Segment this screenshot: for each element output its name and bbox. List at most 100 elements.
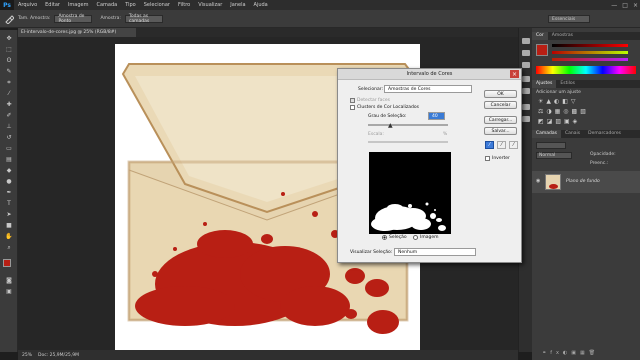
selection-radio[interactable] xyxy=(382,235,387,240)
move-tool-icon[interactable]: ✥ xyxy=(4,34,14,43)
brush-tool-icon[interactable]: ✐ xyxy=(4,111,14,120)
hand-tool-icon[interactable]: ✋ xyxy=(4,232,14,241)
fuzziness-input[interactable]: 40 xyxy=(428,112,445,120)
history-icon[interactable] xyxy=(522,38,530,44)
tab-styles[interactable]: Estilos xyxy=(556,80,579,88)
blend-mode-select[interactable]: Normal xyxy=(536,152,572,159)
tab-color[interactable]: Cor xyxy=(532,32,548,40)
marquee-tool-icon[interactable]: ⬚ xyxy=(4,45,14,54)
status-bar: 25% Doc: 25,9M/25,9M xyxy=(18,350,518,360)
preview-mask xyxy=(371,202,446,231)
eyedropper-icon[interactable] xyxy=(4,14,14,24)
tab-adjustments[interactable]: Ajustes xyxy=(532,80,557,88)
menu-filtro[interactable]: Filtro xyxy=(174,2,194,8)
fuzziness-slider[interactable] xyxy=(368,124,448,126)
clone-stamp-icon[interactable]: ⊥ xyxy=(4,122,14,131)
range-slider[interactable] xyxy=(368,141,448,143)
menu-janela[interactable]: Janela xyxy=(226,2,249,8)
adjust-icons-row-2[interactable]: ⚖◑▦◎▩▧ xyxy=(538,108,589,115)
green-slider[interactable] xyxy=(552,51,628,54)
path-selection-icon[interactable]: ➤ xyxy=(4,210,14,219)
blur-tool-icon[interactable]: ◆ xyxy=(4,166,14,175)
menu-imagem[interactable]: Imagem xyxy=(64,2,93,8)
selection-preview[interactable] xyxy=(369,152,451,234)
menu-selecionar[interactable]: Selecionar xyxy=(140,2,174,8)
localized-clusters-label: Clusters de Cor Localizados xyxy=(357,105,419,110)
brush-panel-icon[interactable] xyxy=(522,76,530,82)
paragraph-icon[interactable] xyxy=(522,116,530,122)
layer-filter-select[interactable] xyxy=(536,142,566,149)
healing-brush-icon[interactable]: ✚ xyxy=(4,100,14,109)
tab-channels[interactable]: Canais xyxy=(561,130,584,138)
menu-visualizar[interactable]: Visualizar xyxy=(194,2,226,8)
shape-tool-icon[interactable]: ■ xyxy=(4,221,14,230)
tab-layers[interactable]: Camadas xyxy=(532,130,561,138)
info-icon[interactable] xyxy=(522,62,530,68)
screen-mode-icon[interactable]: ▣ xyxy=(4,287,14,296)
maximize-icon[interactable]: □ xyxy=(622,2,628,9)
adjust-icons-row-1[interactable]: ☀▲◐◧▽ xyxy=(538,98,579,105)
dialog-title: Intervalo de Cores xyxy=(338,69,521,80)
layer-actions[interactable]: ⚭fx◐▣▦🗑 xyxy=(542,350,599,356)
clone-source-icon[interactable] xyxy=(522,88,530,94)
sample-size-select[interactable]: Amostra de Ponto xyxy=(54,14,93,24)
save-button[interactable]: Salvar... xyxy=(484,127,517,135)
layer-name: Plano de fundo xyxy=(566,179,600,184)
fuzziness-slider-handle[interactable]: ▲ xyxy=(388,122,393,129)
ok-button[interactable]: OK xyxy=(484,90,517,98)
quick-selection-tool-icon[interactable]: ✎ xyxy=(4,67,14,76)
menu-bar: Ps Arquivo Editar Imagem Camada Tipo Sel… xyxy=(0,0,640,10)
menu-arquivo[interactable]: Arquivo xyxy=(14,2,41,8)
adjust-icons-row-3[interactable]: ◩◪▨▣◈ xyxy=(538,118,580,125)
eyedropper-icon[interactable]: ⁄ xyxy=(485,141,494,149)
subtract-from-sample-icon[interactable]: ⁄ xyxy=(509,141,518,149)
eye-icon[interactable]: ◉ xyxy=(536,178,540,184)
fuzziness-label: Grau de Seleção: xyxy=(368,114,407,119)
image-radio[interactable] xyxy=(413,235,418,240)
load-button[interactable]: Carregar... xyxy=(484,116,517,124)
quick-mask-icon[interactable]: ◙ xyxy=(4,276,14,285)
menu-tipo[interactable]: Tipo xyxy=(121,2,140,8)
crop-tool-icon[interactable]: ⌗ xyxy=(4,78,14,87)
cancel-button[interactable]: Cancelar xyxy=(484,101,517,109)
opacity-label: Opacidade: xyxy=(590,152,616,157)
minimize-icon[interactable]: — xyxy=(611,2,617,9)
foreground-color-swatch[interactable] xyxy=(3,259,11,267)
zoom-level[interactable]: 25% xyxy=(22,353,32,358)
document-tab[interactable]: El-intervalo-de-cores.jpg @ 25% (RGB/8#) xyxy=(18,28,136,37)
invert-checkbox[interactable] xyxy=(485,156,490,161)
history-brush-icon[interactable]: ↺ xyxy=(4,133,14,142)
detect-faces-checkbox[interactable] xyxy=(350,98,355,103)
select-dropdown[interactable]: Amostras de Cores xyxy=(384,85,472,93)
lasso-tool-icon[interactable]: ʘ xyxy=(4,56,14,65)
menu-editar[interactable]: Editar xyxy=(41,2,64,8)
eyedropper-tool-icon[interactable]: ⁄ xyxy=(4,89,14,98)
select-label: Selecionar: xyxy=(358,87,384,92)
localized-clusters-checkbox[interactable] xyxy=(350,105,355,110)
dialog-close-icon[interactable]: × xyxy=(510,70,519,78)
red-slider[interactable] xyxy=(552,44,628,47)
blue-slider[interactable] xyxy=(552,58,628,61)
tab-swatches[interactable]: Amostras xyxy=(548,32,577,40)
sample-layers-select[interactable]: Todas as camadas xyxy=(124,14,163,24)
workspace-select[interactable]: Essenciais xyxy=(548,15,590,23)
add-to-sample-icon[interactable]: ⁄ xyxy=(497,141,506,149)
type-tool-icon[interactable]: T xyxy=(4,199,14,208)
dodge-tool-icon[interactable]: ● xyxy=(4,177,14,186)
properties-icon[interactable] xyxy=(522,50,530,56)
pen-tool-icon[interactable]: ✒ xyxy=(4,188,14,197)
layer-row[interactable]: ◉ Plano de fundo xyxy=(532,171,640,193)
menu-camada[interactable]: Camada xyxy=(92,2,121,8)
gradient-tool-icon[interactable]: ▤ xyxy=(4,155,14,164)
close-window-icon[interactable]: × xyxy=(633,2,638,9)
document-size: Doc: 25,9M/25,9M xyxy=(38,352,79,358)
fg-color-chip[interactable] xyxy=(536,44,548,56)
tab-paths[interactable]: Demarcadores xyxy=(584,130,625,138)
eraser-tool-icon[interactable]: ▭ xyxy=(4,144,14,153)
character-icon[interactable] xyxy=(522,104,530,110)
zoom-tool-icon[interactable]: ⌕ xyxy=(4,243,14,252)
adjust-title: Adicionar um ajuste xyxy=(536,90,581,95)
preview-select[interactable]: Nenhum xyxy=(394,248,476,256)
menu-ajuda[interactable]: Ajuda xyxy=(250,2,272,8)
color-spectrum[interactable] xyxy=(536,66,636,74)
